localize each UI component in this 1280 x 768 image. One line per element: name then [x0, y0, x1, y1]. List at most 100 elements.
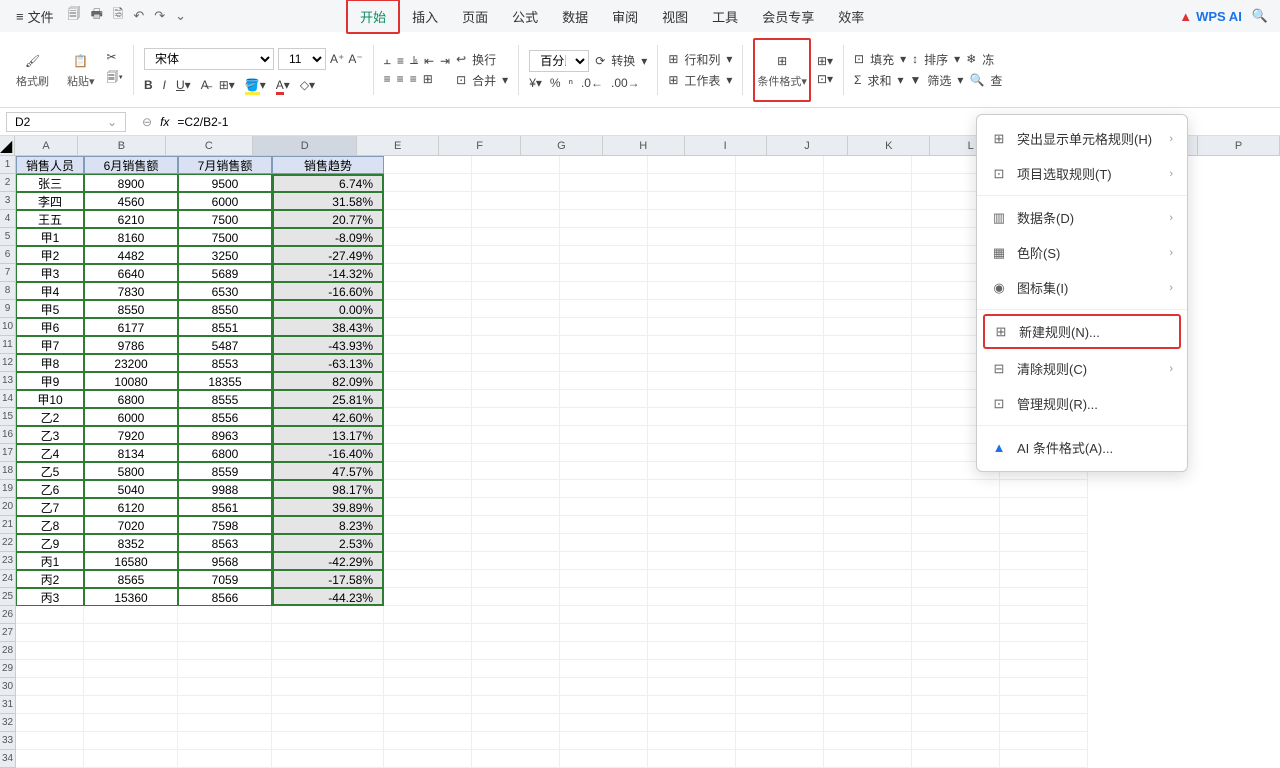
- col-header-A[interactable]: A: [15, 136, 78, 156]
- cell-june[interactable]: 7830: [84, 282, 178, 300]
- empty-cell[interactable]: [84, 678, 178, 696]
- col-header-B[interactable]: B: [78, 136, 165, 156]
- cell-person[interactable]: 乙7: [16, 498, 84, 516]
- cell-person[interactable]: 甲4: [16, 282, 84, 300]
- empty-cell[interactable]: [912, 696, 1000, 714]
- empty-cell[interactable]: [648, 390, 736, 408]
- col-header-G[interactable]: G: [521, 136, 603, 156]
- empty-cell[interactable]: [648, 588, 736, 606]
- empty-cell[interactable]: [178, 660, 272, 678]
- empty-cell[interactable]: [648, 570, 736, 588]
- cell-person[interactable]: 甲8: [16, 354, 84, 372]
- empty-cell[interactable]: [824, 642, 912, 660]
- empty-cell[interactable]: [648, 552, 736, 570]
- empty-cell[interactable]: [824, 606, 912, 624]
- empty-cell[interactable]: [472, 246, 560, 264]
- empty-cell[interactable]: [648, 408, 736, 426]
- cell-june[interactable]: 5800: [84, 462, 178, 480]
- indent-dec-icon[interactable]: ⇤: [424, 54, 434, 68]
- tab-member[interactable]: 会员专享: [750, 1, 826, 32]
- indent-inc-icon[interactable]: ⇥: [440, 54, 450, 68]
- cell-july[interactable]: 7500: [178, 210, 272, 228]
- empty-cell[interactable]: [560, 624, 648, 642]
- empty-cell[interactable]: [472, 642, 560, 660]
- empty-cell[interactable]: [384, 516, 472, 534]
- cell-trend[interactable]: 38.43%: [272, 318, 384, 336]
- empty-cell[interactable]: [736, 750, 824, 768]
- empty-cell[interactable]: [560, 714, 648, 732]
- empty-cell[interactable]: [560, 696, 648, 714]
- empty-cell[interactable]: [16, 714, 84, 732]
- empty-cell[interactable]: [384, 228, 472, 246]
- empty-cell[interactable]: [824, 588, 912, 606]
- empty-cell[interactable]: [1000, 570, 1088, 588]
- cell-july[interactable]: 8559: [178, 462, 272, 480]
- empty-cell[interactable]: [824, 552, 912, 570]
- empty-cell[interactable]: [1000, 552, 1088, 570]
- th-june[interactable]: 6月销售额: [84, 156, 178, 174]
- empty-cell[interactable]: [16, 678, 84, 696]
- paste-group[interactable]: 📋 粘贴▾: [61, 38, 101, 102]
- cell-july[interactable]: 9568: [178, 552, 272, 570]
- empty-cell[interactable]: [736, 246, 824, 264]
- bold-button[interactable]: B: [144, 78, 153, 92]
- empty-cell[interactable]: [560, 174, 648, 192]
- wrap-icon[interactable]: ↩: [456, 52, 466, 66]
- empty-cell[interactable]: [736, 552, 824, 570]
- format-painter-group[interactable]: 🖌 格式刷: [10, 38, 55, 102]
- empty-cell[interactable]: [272, 732, 384, 750]
- empty-cell[interactable]: [472, 192, 560, 210]
- cell-june[interactable]: 8550: [84, 300, 178, 318]
- empty-cell[interactable]: [824, 192, 912, 210]
- sort-label[interactable]: 排序: [924, 51, 948, 68]
- dd-clear-rules[interactable]: ⊟清除规则(C)›: [977, 351, 1187, 386]
- empty-cell[interactable]: [16, 696, 84, 714]
- border-button[interactable]: ⊞▾: [219, 78, 235, 92]
- empty-cell[interactable]: [272, 750, 384, 768]
- empty-cell[interactable]: [178, 678, 272, 696]
- cell-july[interactable]: 8556: [178, 408, 272, 426]
- cell-person[interactable]: 丙2: [16, 570, 84, 588]
- cell-person[interactable]: 乙6: [16, 480, 84, 498]
- empty-cell[interactable]: [384, 462, 472, 480]
- cell-person[interactable]: 王五: [16, 210, 84, 228]
- empty-cell[interactable]: [824, 372, 912, 390]
- th-trend[interactable]: 销售趋势: [272, 156, 384, 174]
- empty-cell[interactable]: [560, 606, 648, 624]
- col-header-C[interactable]: C: [166, 136, 253, 156]
- empty-cell[interactable]: [384, 282, 472, 300]
- empty-cell[interactable]: [560, 552, 648, 570]
- empty-cell[interactable]: [560, 264, 648, 282]
- filter-label[interactable]: 筛选: [927, 72, 951, 89]
- empty-cell[interactable]: [736, 606, 824, 624]
- cell-person[interactable]: 甲3: [16, 264, 84, 282]
- cell-person[interactable]: 甲5: [16, 300, 84, 318]
- empty-cell[interactable]: [648, 282, 736, 300]
- rowcol-icon[interactable]: ⊞: [668, 52, 678, 66]
- empty-cell[interactable]: [384, 552, 472, 570]
- empty-cell[interactable]: [824, 714, 912, 732]
- file-menu[interactable]: ≡ 文件: [8, 3, 62, 30]
- empty-cell[interactable]: [384, 624, 472, 642]
- empty-cell[interactable]: [178, 696, 272, 714]
- number-format-select[interactable]: 百分比: [529, 50, 589, 72]
- empty-cell[interactable]: [472, 570, 560, 588]
- dec-inc-icon[interactable]: .0←: [581, 76, 603, 90]
- empty-cell[interactable]: [84, 750, 178, 768]
- col-header-J[interactable]: J: [767, 136, 849, 156]
- cell-trend[interactable]: 42.60%: [272, 408, 384, 426]
- empty-cell[interactable]: [648, 264, 736, 282]
- empty-cell[interactable]: [648, 750, 736, 768]
- empty-cell[interactable]: [736, 570, 824, 588]
- cell-june[interactable]: 15360: [84, 588, 178, 606]
- empty-cell[interactable]: [1000, 534, 1088, 552]
- empty-cell[interactable]: [84, 642, 178, 660]
- convert-label[interactable]: 转换: [611, 52, 635, 69]
- empty-cell[interactable]: [472, 534, 560, 552]
- empty-cell[interactable]: [472, 480, 560, 498]
- empty-cell[interactable]: [1000, 498, 1088, 516]
- cell-july[interactable]: 8963: [178, 426, 272, 444]
- print-icon[interactable]: 🖶: [91, 5, 103, 27]
- empty-cell[interactable]: [384, 174, 472, 192]
- empty-cell[interactable]: [384, 210, 472, 228]
